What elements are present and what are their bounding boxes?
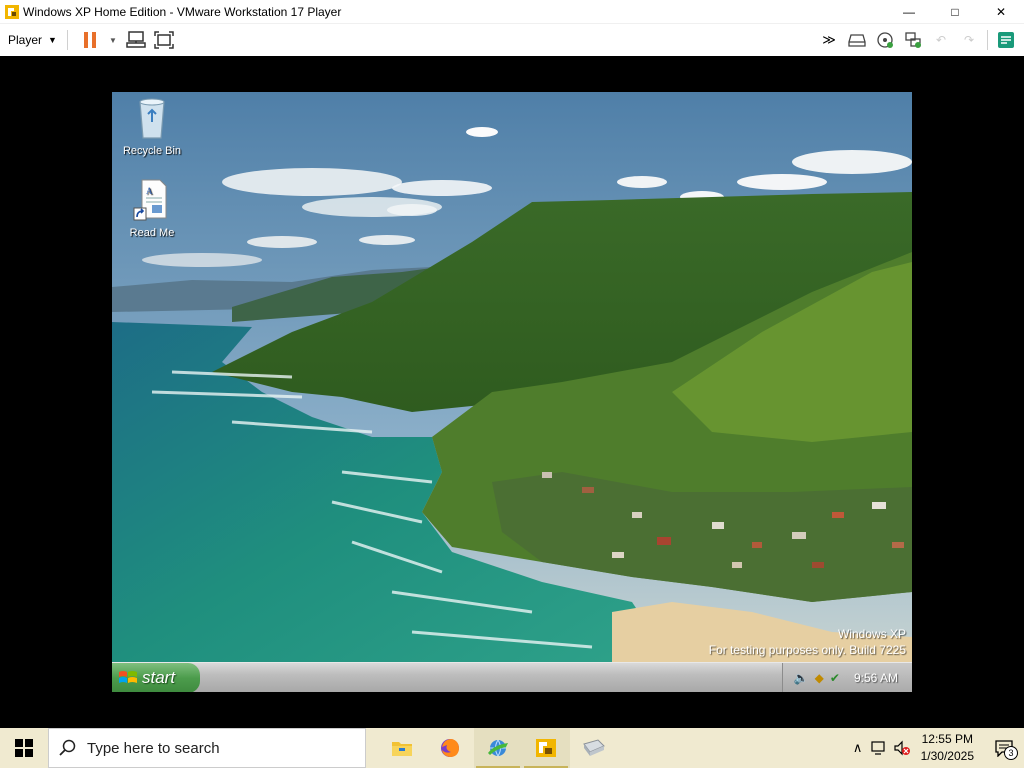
file-explorer-icon (392, 742, 412, 756)
unity-icon (998, 32, 1014, 48)
network-app-icon (488, 739, 508, 757)
svg-text:A: A (146, 186, 153, 196)
recycle-bin-icon (139, 98, 165, 139)
desktop-icon-label: Read Me (129, 227, 175, 239)
host-system-tray: ∧ 12:55 PM 1/30/2025 3 (847, 728, 1024, 768)
window-title: Windows XP Home Edition - VMware Worksta… (23, 4, 342, 19)
close-button[interactable]: ✕ (978, 0, 1024, 24)
minimize-button[interactable]: — (886, 0, 932, 24)
start-label: start (142, 668, 176, 687)
start-button[interactable]: start (112, 663, 200, 692)
taskbar-app-network[interactable] (474, 728, 522, 768)
pause-icon (83, 32, 96, 48)
show-hidden-icons-button[interactable]: ∧ (847, 728, 869, 768)
toolbar-device-group: ≫ ↶ ↷ (815, 28, 1020, 52)
host-search-box[interactable]: Type here to search (48, 728, 366, 768)
desktop-icon-label: Recycle Bin (122, 145, 182, 157)
host-pinned-apps (378, 728, 618, 768)
chevron-down-icon: ▼ (108, 35, 117, 45)
volume-icon[interactable]: 🔈 (794, 671, 809, 685)
maximize-icon: □ (951, 4, 959, 19)
back-icon: ↶ (935, 33, 947, 47)
vmware-app-icon (5, 4, 19, 19)
cd-drive-icon (877, 32, 893, 48)
vm-display-area[interactable]: Recycle Bin A Read Me Windows XP For tes… (0, 56, 1024, 728)
hard-disk-icon (848, 34, 866, 47)
more-devices-button[interactable]: ≫ (817, 28, 841, 52)
taskbar-app-firefox[interactable] (426, 728, 474, 768)
chevron-down-icon: ▼ (48, 35, 57, 45)
notification-count-badge: 3 (1004, 746, 1018, 760)
forward-button[interactable]: ↷ (957, 28, 981, 52)
minimize-icon: — (903, 4, 915, 19)
host-clock[interactable]: 12:55 PM 1/30/2025 (921, 731, 974, 765)
player-menu-label: Player (8, 33, 43, 47)
watermark-os-name: Windows XP (837, 627, 906, 641)
player-menu-button[interactable]: Player ▼ (8, 33, 57, 47)
send-ctrl-alt-del-button[interactable] (124, 28, 148, 52)
desktop-icon-recycle-bin[interactable]: Recycle Bin (112, 96, 192, 157)
taskbar-app-vmware-player[interactable] (522, 728, 570, 768)
taskbar-app-disk-image[interactable] (570, 728, 618, 768)
player-toolbar: Player ▼ ▼ ≫ ↶ ↷ (0, 24, 1024, 56)
disk-image-icon (583, 739, 605, 756)
guest-clock[interactable]: 9:56 AM (854, 671, 898, 685)
host-taskbar: Type here to search ∧ 12:55 PM 1/30/2025… (0, 728, 1024, 768)
guest-system-tray: 🔈 ◆ ✔ 9:56 AM (782, 663, 912, 692)
fullscreen-icon (154, 31, 174, 49)
network-status-icon (871, 741, 885, 755)
build-watermark: Windows XP For testing purposes only. Bu… (709, 626, 906, 658)
double-chevron-right-icon: ≫ (822, 32, 836, 47)
fullscreen-button[interactable] (152, 28, 176, 52)
network-adapter-button[interactable] (901, 28, 925, 52)
network-icon (905, 32, 921, 48)
close-icon: ✕ (995, 4, 1007, 19)
windows-flag-icon (119, 671, 137, 683)
volume-button[interactable] (891, 728, 913, 768)
action-center-button[interactable]: 3 (984, 728, 1024, 768)
unity-button[interactable] (994, 28, 1018, 52)
firefox-icon (441, 739, 459, 757)
desktop-wallpaper (112, 92, 912, 662)
maximize-button[interactable]: □ (932, 0, 978, 24)
search-placeholder: Type here to search (87, 739, 220, 757)
window-titlebar: Windows XP Home Edition - VMware Worksta… (0, 0, 1024, 24)
network-status-button[interactable] (869, 728, 891, 768)
back-button[interactable]: ↶ (929, 28, 953, 52)
document-shortcut-icon: A (133, 179, 167, 221)
vmware-player-icon (536, 739, 556, 757)
windows-logo-icon (15, 739, 33, 757)
toolbar-divider (66, 30, 68, 50)
host-start-button[interactable] (0, 728, 48, 768)
send-ctrl-alt-del-icon (126, 31, 146, 48)
guest-taskbar: start 🔈 ◆ ✔ 9:56 AM (112, 662, 912, 692)
removable-device-button[interactable] (845, 28, 869, 52)
forward-icon: ↷ (963, 33, 975, 47)
toolbar-divider (987, 30, 988, 50)
desktop-icon-read-me[interactable]: A Read Me (112, 178, 192, 239)
cd-drive-button[interactable] (873, 28, 897, 52)
shield-check-icon[interactable]: ✔ (830, 671, 840, 685)
power-options-dropdown[interactable]: ▼ (106, 28, 120, 52)
host-date: 1/30/2025 (920, 749, 974, 763)
chevron-up-icon: ∧ (852, 740, 863, 755)
host-time: 12:55 PM (921, 732, 973, 746)
volume-muted-icon (894, 740, 910, 756)
search-icon (59, 739, 76, 756)
security-alert-icon[interactable]: ◆ (815, 671, 824, 685)
watermark-build-text: For testing purposes only. Build 7225 (708, 643, 906, 657)
taskbar-app-file-explorer[interactable] (378, 728, 426, 768)
guest-screen[interactable]: Recycle Bin A Read Me Windows XP For tes… (112, 92, 912, 692)
pause-button[interactable] (78, 28, 102, 52)
